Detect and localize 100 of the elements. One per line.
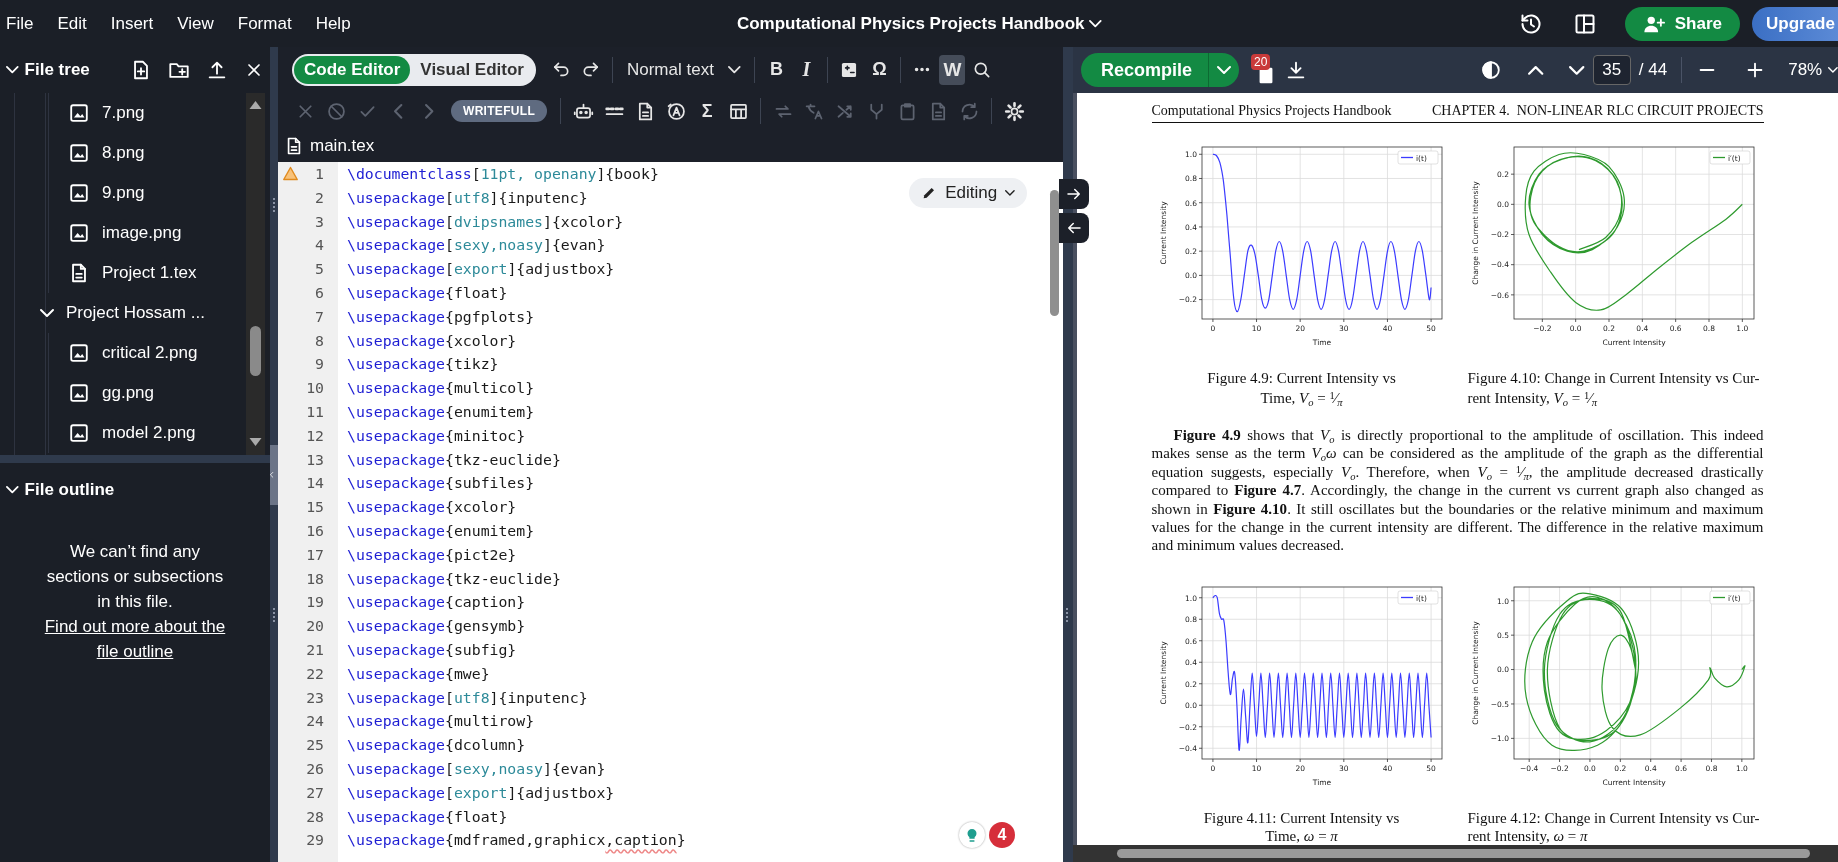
zoom-dropdown[interactable]: 78% [1788,60,1838,80]
empty-message: We can’t find any sections or subsections in this file. [45,541,225,613]
count-badge: 20 [1251,54,1271,70]
line-number: 15 [306,497,324,518]
line-number: 3 [315,211,324,232]
upgrade-button[interactable]: Upgrade [1752,6,1838,41]
code-line: \usepackage{multicol} [347,378,535,399]
code-line: \usepackage{mdframed,graphicx,caption} [347,830,686,851]
line-number: 18 [306,568,324,589]
code-line: \usepackage{xcolor} [347,497,517,518]
code-line: \usepackage{xcolor} [347,330,517,351]
code-line: \usepackage{tkz-euclide} [347,568,561,589]
page-number-field[interactable]: 35 [1592,55,1631,85]
symbol-button[interactable]: Ω [866,54,893,85]
circled-letter-icon [665,100,687,122]
tree-item[interactable]: Project 1.tex [0,253,270,293]
tree-item[interactable]: 7.png [0,93,270,133]
chevron-left-icon [393,103,403,119]
line-number: 1 [315,164,324,184]
image-file-icon [68,182,90,204]
tree-item[interactable]: 8.png [0,133,270,173]
scrollbar[interactable] [246,93,265,455]
contrast-icon[interactable] [1480,59,1503,81]
code-line: \usepackage{subfiles} [347,473,535,494]
tree-item[interactable]: image.png [0,213,270,253]
line-number: 26 [306,758,324,779]
line-number: 28 [306,806,324,827]
line-number: 9 [315,354,324,375]
chevron-down-icon [1828,67,1838,73]
line-number: 11 [306,401,324,422]
code-line: \usepackage{float} [347,806,508,827]
page-count: / 44 [1638,60,1668,80]
menu-item[interactable]: Help [303,13,363,34]
image-file-icon [68,102,90,124]
image-file-icon [68,422,90,444]
code-line: \usepackage{pict2e} [347,544,517,565]
panel-title[interactable]: File tree [6,60,114,80]
figure-caption: Figure 4.12: Change in Current Intensity vs Cur- rent Intensity, ω = π [1467,808,1760,845]
code-line: \usepackage{minitoc} [347,425,526,446]
tree-item[interactable]: critical 2.png [0,333,270,373]
writefull-badge[interactable]: WRITEFULL [451,100,548,122]
chevron-left-icon [270,472,274,478]
line-number: 12 [306,425,324,446]
menu-item[interactable]: File [0,13,46,34]
share-button[interactable]: Share [1624,6,1740,41]
chevron-icon [40,309,54,317]
code-line: \usepackage[utf8]{inputenc} [347,187,588,208]
code-line: \usepackage[export]{adjustbox} [347,782,615,803]
scroll-thumb[interactable] [1050,190,1059,316]
help-link[interactable]: Find out more about the file outline [32,614,238,664]
upload-icon[interactable] [206,59,228,81]
text-style-dropdown[interactable]: Normal text [620,54,747,85]
scroll-thumb[interactable] [250,326,261,376]
code-line: \usepackage{gensymb} [347,616,526,637]
scroll-up-icon[interactable] [249,101,262,110]
line-number: 24 [306,711,324,732]
italic-button[interactable]: I [793,54,820,85]
issue-count-badge[interactable]: 4 [989,821,1015,848]
figure-caption: Figure 4.10: Change in Current Intensity vs Cur- rent Intensity, V$_{o}$ = $^{1}$⁄$_{π}$ [1467,369,1760,410]
sum-button[interactable]: Σ [694,96,721,126]
menu-item[interactable]: Format [225,13,304,34]
recompile-button[interactable]: Recompile [1081,53,1240,87]
scroll-down-icon[interactable] [249,438,262,447]
line-number: 8 [315,330,324,351]
code-line: \usepackage{float} [347,283,508,303]
chevron-down-icon[interactable] [1569,65,1585,75]
editing-mode-dropdown[interactable]: Editing [909,178,1027,208]
scroll-thumb[interactable] [1117,848,1810,858]
editor-mode-tab[interactable]: Visual Editor [410,55,534,84]
body-paragraph: Figure 4.9 shows that V$_{o}$ is directly proportional to the amplitude of oscillation. This indeed makes sense as the term V$_{o}$ω can be considered as the amplitude of the graph as the differential equation suggests, especially V$_{o}$. Therefore, when V$_{o}$ = $^{1}$⁄$_{π}$, the amplitude decreased drastically compared to Figure 4.7. Accordingly, the change in the current vs current graph also changed as shown in Figure 4.10. It still oscillates but the boundaries or the relative minimum and maximum values for the change in the current intensity are different. The difference in the relative maximum and minimum values decreased. [1151,426,1764,555]
file-tab[interactable]: main.tex [278,130,1063,162]
grammar-assistant-button[interactable]: W [939,54,966,85]
assist-button[interactable] [959,821,985,848]
line-number: 14 [306,473,324,494]
code-line: \documentclass[11pt, openany]{book} [347,164,659,184]
image-file-icon [68,382,90,404]
project-title[interactable]: Computational Physics Projects Handbook [736,13,1102,34]
tree-item[interactable]: 9.png [0,173,270,213]
chevron-up-icon[interactable] [1528,65,1544,75]
bold-button[interactable]: B [763,54,790,85]
code-line: \usepackage{dcolumn} [347,735,526,756]
line-number: 16 [306,520,324,541]
more-icon [915,67,930,72]
editor-mode-tab[interactable]: Code Editor [294,55,411,84]
tree-item[interactable]: gg.png [0,373,270,413]
tree-item[interactable]: model 2.png [0,413,270,453]
line-number: 22 [306,663,324,684]
menu-item[interactable]: Insert [98,13,166,34]
sync-to-pdf-button[interactable] [1059,179,1089,209]
sync-to-code-button[interactable] [1059,213,1089,243]
menu-item[interactable]: Edit [45,13,99,34]
line-number: 5 [315,259,324,280]
code-line: \usepackage[sexy,noasy]{evan} [347,235,606,256]
tree-folder[interactable]: Project Hossam ... [0,293,270,333]
panel-title[interactable]: File outline [6,480,264,500]
line-number: 25 [306,735,324,756]
menu-item[interactable]: View [165,13,226,34]
chevron-down-icon [1088,19,1102,28]
settings-icon [1003,100,1025,122]
collapse-handle[interactable] [270,445,278,505]
